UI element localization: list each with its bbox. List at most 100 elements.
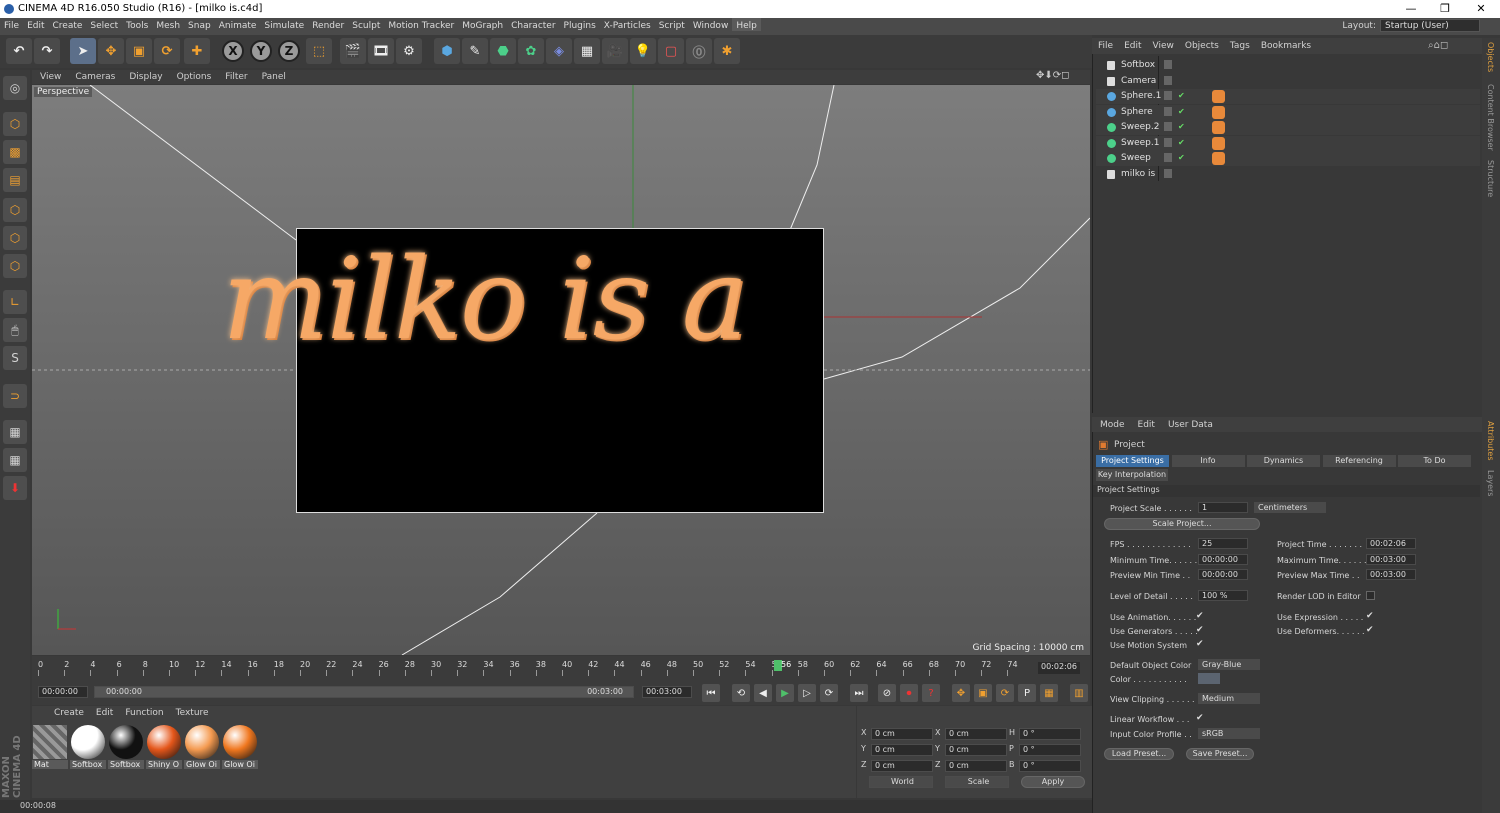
coordinate-value-field[interactable]: 0 ° xyxy=(1019,744,1081,756)
option-checkbox[interactable]: ✔ xyxy=(1366,611,1374,621)
menu-item-character[interactable]: Character xyxy=(507,18,559,31)
material-menu-texture[interactable]: Texture xyxy=(170,706,215,718)
key-position-icon[interactable]: ✥ xyxy=(952,684,970,702)
cloner-icon[interactable]: ✿ xyxy=(518,38,544,64)
menu-item-tools[interactable]: Tools xyxy=(122,18,152,31)
coordinate-value-field[interactable]: 0 cm xyxy=(871,760,933,772)
material-swatch[interactable]: Glow Oi xyxy=(222,724,258,770)
material-swatch[interactable]: Softbox xyxy=(70,724,106,770)
help-key-icon[interactable]: ? xyxy=(922,684,940,702)
camera-icon[interactable]: 🎥 xyxy=(602,38,628,64)
light-icon[interactable]: 💡 xyxy=(630,38,656,64)
object-row[interactable]: Sphere ✔ xyxy=(1096,104,1480,120)
viewport-menu-view[interactable]: View xyxy=(32,70,67,82)
object-menu-file[interactable]: File xyxy=(1092,38,1118,51)
menu-item-x-particles[interactable]: X-Particles xyxy=(600,18,655,31)
tab-structure[interactable]: Structure xyxy=(1486,160,1495,197)
coordinate-value-field[interactable]: 0 ° xyxy=(1019,760,1081,772)
material-swatch[interactable]: Mat xyxy=(32,724,68,770)
visibility-toggle[interactable] xyxy=(1164,153,1172,162)
magnet-icon[interactable]: ⊃ xyxy=(3,384,27,408)
maximize-button[interactable]: ❐ xyxy=(1430,2,1460,16)
time-field-input[interactable]: 00:02:06 xyxy=(1366,538,1416,549)
tab-project-settings[interactable]: Project Settings xyxy=(1096,455,1169,467)
key-rotation-icon[interactable]: ⟳ xyxy=(996,684,1014,702)
go-to-end-icon[interactable]: ⏭ xyxy=(850,684,868,702)
time-field-input[interactable]: 00:00:00 xyxy=(1198,569,1248,580)
material-swatch[interactable]: Shiny O xyxy=(146,724,182,770)
menu-item-script[interactable]: Script xyxy=(655,18,689,31)
enabled-check-icon[interactable]: ✔ xyxy=(1178,153,1185,162)
visibility-toggle[interactable] xyxy=(1164,91,1172,100)
key-param-icon[interactable]: P xyxy=(1018,684,1036,702)
option-checkbox[interactable]: ✔ xyxy=(1196,639,1204,649)
select-arrow-icon[interactable]: ➤ xyxy=(70,38,96,64)
xpresso-icon[interactable]: ▢ xyxy=(658,38,684,64)
coordinate-value-field[interactable]: 0 cm xyxy=(871,744,933,756)
x-axis-button[interactable]: X xyxy=(222,40,244,62)
project-scale-input[interactable]: 1 xyxy=(1198,502,1248,513)
layout-selector[interactable]: Layout: Startup (User) xyxy=(1342,19,1480,32)
scale-project-button[interactable]: Scale Project... xyxy=(1104,518,1260,530)
autokey-icon[interactable]: ⊘ xyxy=(878,684,896,702)
object-row[interactable]: Camera xyxy=(1096,74,1480,89)
key-pla-icon[interactable]: ▦ xyxy=(1040,684,1058,702)
menu-item-motion-tracker[interactable]: Motion Tracker xyxy=(384,18,458,31)
deformer-icon[interactable]: ◈ xyxy=(546,38,572,64)
timeline-ruler[interactable]: 0 2 4 6 8 10 12 14 16 18 20 22 24 26 28 30 32 34 36 38 40 42 4… xyxy=(38,660,1033,676)
workplane-icon[interactable]: ▤ xyxy=(3,168,27,192)
undo-icon[interactable]: ↶ xyxy=(6,38,32,64)
enabled-check-icon[interactable]: ✔ xyxy=(1178,107,1185,116)
project-scale-unit-dropdown[interactable]: Centimeters xyxy=(1254,502,1326,513)
object-row[interactable]: Sweep.2 ✔ xyxy=(1096,120,1480,135)
tweak-mode-icon[interactable]: 🖱 xyxy=(3,318,27,342)
visibility-toggle[interactable] xyxy=(1164,60,1172,69)
viewport-menu-panel[interactable]: Panel xyxy=(254,70,292,82)
time-field-input[interactable]: 00:00:00 xyxy=(1198,553,1248,565)
minimize-button[interactable]: — xyxy=(1396,2,1426,16)
axis-mode-icon[interactable]: ∟ xyxy=(3,290,27,314)
material-swatch[interactable]: Glow Oi xyxy=(184,724,220,770)
perspective-viewport[interactable]: Perspective milko is a Grid Spacing : 10… xyxy=(32,85,1090,655)
time-field-input[interactable]: 00:03:00 xyxy=(1366,569,1416,580)
visibility-toggle[interactable] xyxy=(1164,75,1172,85)
tab-info[interactable]: Info xyxy=(1171,455,1245,467)
object-row[interactable]: milko is xyxy=(1096,167,1480,182)
size-mode-dropdown[interactable]: Scale xyxy=(945,776,1009,788)
coordinate-value-field[interactable]: 0 cm xyxy=(945,744,1007,756)
material-menu-edit[interactable]: Edit xyxy=(90,706,119,718)
viewport-menu-options[interactable]: Options xyxy=(169,70,218,82)
render-settings-icon[interactable]: ⚙ xyxy=(396,38,422,64)
coordinate-system-icon[interactable]: ⬚ xyxy=(306,38,332,64)
attribute-menu-user-data[interactable]: User Data xyxy=(1160,417,1218,430)
object-row[interactable]: Sweep.1 ✔ xyxy=(1096,135,1480,151)
linear-workflow-checkbox[interactable]: ✔ xyxy=(1196,713,1204,723)
coordinate-value-field[interactable]: 0 ° xyxy=(1019,728,1081,740)
view-clipping-dropdown[interactable]: Medium xyxy=(1198,693,1260,704)
menu-item-snap[interactable]: Snap xyxy=(184,18,215,31)
object-menu-tags[interactable]: Tags xyxy=(1224,38,1255,51)
viewport-menu-display[interactable]: Display xyxy=(121,70,168,82)
material-tag-icon[interactable] xyxy=(1212,90,1225,103)
menu-item-mograph[interactable]: MoGraph xyxy=(458,18,507,31)
tab-key-interpolation[interactable]: Key Interpolation xyxy=(1096,469,1168,481)
option-checkbox[interactable]: ✔ xyxy=(1196,611,1204,621)
load-preset-button[interactable]: Load Preset... xyxy=(1104,748,1174,760)
viewport-menu-filter[interactable]: Filter xyxy=(217,70,253,82)
color-swatch[interactable] xyxy=(1198,673,1220,684)
viewport-nav-icon[interactable]: ✥⬇⟳◻ xyxy=(1036,70,1069,81)
material-tag-icon[interactable] xyxy=(1212,105,1225,119)
end-time-field[interactable]: 00:03:00 xyxy=(642,686,692,698)
render-lod-checkbox[interactable] xyxy=(1366,591,1375,600)
layout-dropdown[interactable]: Startup (User) xyxy=(1380,19,1480,32)
apply-button[interactable]: Apply xyxy=(1021,776,1085,788)
object-menu-edit[interactable]: Edit xyxy=(1118,38,1146,51)
move-icon[interactable]: ✥ xyxy=(98,38,124,64)
previous-frame-icon[interactable]: ◀ xyxy=(754,684,772,702)
object-search-icon[interactable]: ⌕⌂◻ xyxy=(1428,40,1448,51)
menu-item-select[interactable]: Select xyxy=(86,18,122,31)
coordinate-value-field[interactable]: 0 cm xyxy=(871,728,933,740)
cube-icon[interactable]: ⬢ xyxy=(434,38,460,64)
key-scale-icon[interactable]: ▣ xyxy=(974,684,992,702)
material-swatch[interactable]: Softbox xyxy=(108,724,144,770)
